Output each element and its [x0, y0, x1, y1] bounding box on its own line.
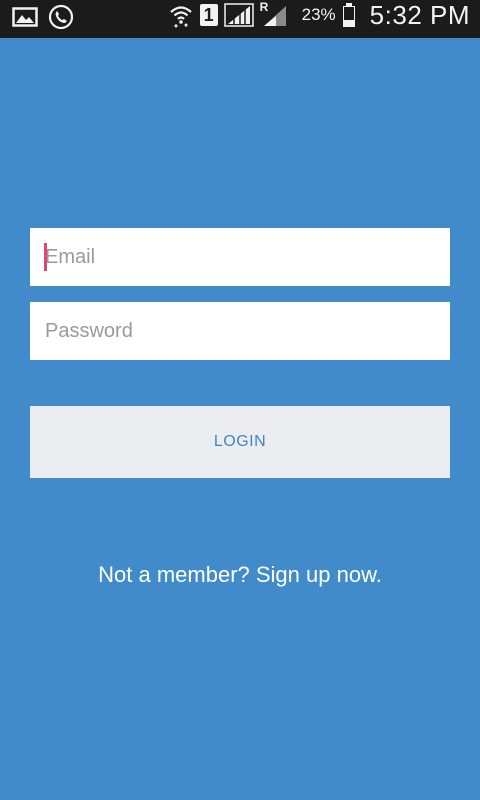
- status-clock: 5:32 PM: [369, 0, 470, 30]
- status-bar-left: [12, 4, 74, 30]
- sim-1-icon: 1: [199, 4, 218, 26]
- status-bar-right: 1 R 23% 5:32 PM: [168, 0, 470, 30]
- battery-percent: 23%: [301, 5, 336, 24]
- login-button[interactable]: LOGIN: [30, 406, 450, 478]
- email-field[interactable]: [30, 228, 450, 286]
- roaming-indicator: R: [259, 0, 269, 14]
- battery-icon: [342, 2, 356, 28]
- text-cursor: [44, 243, 47, 271]
- password-field[interactable]: [30, 302, 450, 360]
- call-icon: [48, 4, 74, 30]
- wifi-icon: [168, 2, 194, 28]
- gallery-icon: [12, 6, 38, 28]
- status-bar: 1 R 23% 5:32 PM: [0, 0, 480, 38]
- roaming-signal-icon: R: [259, 0, 288, 28]
- signal-icon: [223, 2, 254, 28]
- signup-link[interactable]: Not a member? Sign up now.: [0, 562, 480, 588]
